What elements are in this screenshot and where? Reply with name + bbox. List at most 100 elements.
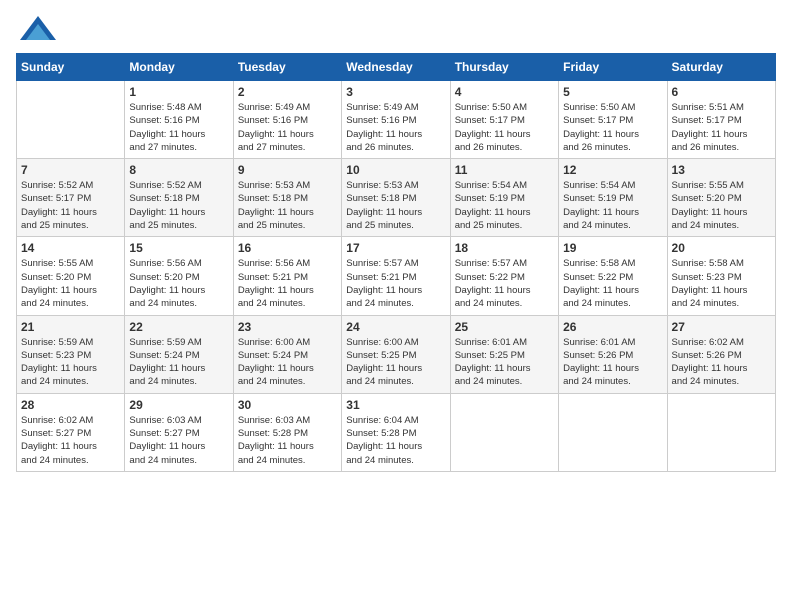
day-number: 27 — [672, 320, 771, 334]
logo-text — [16, 16, 56, 45]
calendar-cell: 27 Sunrise: 6:02 AM Sunset: 5:26 PM Dayli… — [667, 315, 775, 393]
day-number: 1 — [129, 85, 228, 99]
day-info: Sunrise: 5:50 AM Sunset: 5:17 PM Dayligh… — [455, 101, 554, 154]
day-number: 26 — [563, 320, 662, 334]
calendar-cell: 13Sunrise: 5:55 AM Sunset: 5:20 PM Dayli… — [667, 159, 775, 237]
calendar-body: 1 Sunrise: 5:48 AM Sunset: 5:16 PM Daylig… — [17, 81, 776, 472]
day-info: Sunrise: 5:48 AM Sunset: 5:16 PM Dayligh… — [129, 101, 228, 154]
calendar-cell: 19 Sunrise: 5:58 AM Sunset: 5:22 PM Dayli… — [559, 237, 667, 315]
weekday-header-wednesday: Wednesday — [342, 54, 450, 81]
calendar-cell: 24 Sunrise: 6:00 AM Sunset: 5:25 PM Dayli… — [342, 315, 450, 393]
day-number: 8 — [129, 163, 228, 177]
calendar-cell: 7Sunrise: 5:52 AM Sunset: 5:17 PM Daylig… — [17, 159, 125, 237]
day-number: 23 — [238, 320, 337, 334]
calendar-cell: 1 Sunrise: 5:48 AM Sunset: 5:16 PM Daylig… — [125, 81, 233, 159]
day-info: Sunrise: 6:01 AM Sunset: 5:26 PM Dayligh… — [563, 336, 662, 389]
calendar-cell: 21 Sunrise: 5:59 AM Sunset: 5:23 PM Dayli… — [17, 315, 125, 393]
calendar-cell: 31 Sunrise: 6:04 AM Sunset: 5:28 PM Dayli… — [342, 393, 450, 471]
day-info: Sunrise: 6:04 AM Sunset: 5:28 PM Dayligh… — [346, 414, 445, 467]
week-row-4: 21 Sunrise: 5:59 AM Sunset: 5:23 PM Dayli… — [17, 315, 776, 393]
calendar-cell: 16 Sunrise: 5:56 AM Sunset: 5:21 PM Dayli… — [233, 237, 341, 315]
calendar-cell: 18Sunrise: 5:57 AM Sunset: 5:22 PM Dayli… — [450, 237, 558, 315]
day-number: 4 — [455, 85, 554, 99]
calendar-cell: 3 Sunrise: 5:49 AM Sunset: 5:16 PM Daylig… — [342, 81, 450, 159]
day-info: Sunrise: 5:49 AM Sunset: 5:16 PM Dayligh… — [346, 101, 445, 154]
calendar-cell — [450, 393, 558, 471]
weekday-header-row: SundayMondayTuesdayWednesdayThursdayFrid… — [17, 54, 776, 81]
calendar-cell: 28Sunrise: 6:02 AM Sunset: 5:27 PM Dayli… — [17, 393, 125, 471]
day-number: 14 — [21, 241, 120, 255]
calendar-cell: 14 Sunrise: 5:55 AM Sunset: 5:20 PM Dayli… — [17, 237, 125, 315]
calendar-cell: 15 Sunrise: 5:56 AM Sunset: 5:20 PM Dayli… — [125, 237, 233, 315]
day-number: 24 — [346, 320, 445, 334]
calendar-cell: 26 Sunrise: 6:01 AM Sunset: 5:26 PM Dayli… — [559, 315, 667, 393]
day-info: Sunrise: 6:03 AM Sunset: 5:28 PM Dayligh… — [238, 414, 337, 467]
day-number: 12 — [563, 163, 662, 177]
day-info: Sunrise: 6:03 AM Sunset: 5:27 PM Dayligh… — [129, 414, 228, 467]
day-info: Sunrise: 5:52 AM Sunset: 5:18 PM Dayligh… — [129, 179, 228, 232]
day-info: Sunrise: 5:53 AM Sunset: 5:18 PM Dayligh… — [238, 179, 337, 232]
day-info: Sunrise: 5:58 AM Sunset: 5:23 PM Dayligh… — [672, 257, 771, 310]
day-number: 29 — [129, 398, 228, 412]
day-info: Sunrise: 5:57 AM Sunset: 5:22 PM Dayligh… — [455, 257, 554, 310]
day-info: Sunrise: 5:59 AM Sunset: 5:24 PM Dayligh… — [129, 336, 228, 389]
day-info: Sunrise: 5:59 AM Sunset: 5:23 PM Dayligh… — [21, 336, 120, 389]
day-info: Sunrise: 5:58 AM Sunset: 5:22 PM Dayligh… — [563, 257, 662, 310]
day-info: Sunrise: 5:57 AM Sunset: 5:21 PM Dayligh… — [346, 257, 445, 310]
day-number: 9 — [238, 163, 337, 177]
day-info: Sunrise: 5:54 AM Sunset: 5:19 PM Dayligh… — [563, 179, 662, 232]
calendar-cell — [17, 81, 125, 159]
day-number: 21 — [21, 320, 120, 334]
day-info: Sunrise: 5:54 AM Sunset: 5:19 PM Dayligh… — [455, 179, 554, 232]
weekday-header-monday: Monday — [125, 54, 233, 81]
weekday-header-thursday: Thursday — [450, 54, 558, 81]
day-number: 17 — [346, 241, 445, 255]
day-info: Sunrise: 6:00 AM Sunset: 5:25 PM Dayligh… — [346, 336, 445, 389]
day-number: 19 — [563, 241, 662, 255]
week-row-2: 7Sunrise: 5:52 AM Sunset: 5:17 PM Daylig… — [17, 159, 776, 237]
day-number: 22 — [129, 320, 228, 334]
calendar-cell: 9 Sunrise: 5:53 AM Sunset: 5:18 PM Daylig… — [233, 159, 341, 237]
day-info: Sunrise: 5:56 AM Sunset: 5:21 PM Dayligh… — [238, 257, 337, 310]
calendar-cell — [559, 393, 667, 471]
calendar-cell — [667, 393, 775, 471]
page-header — [16, 16, 776, 45]
day-number: 11 — [455, 163, 554, 177]
day-number: 20 — [672, 241, 771, 255]
day-number: 10 — [346, 163, 445, 177]
day-info: Sunrise: 5:55 AM Sunset: 5:20 PM Dayligh… — [21, 257, 120, 310]
week-row-1: 1 Sunrise: 5:48 AM Sunset: 5:16 PM Daylig… — [17, 81, 776, 159]
day-number: 25 — [455, 320, 554, 334]
day-info: Sunrise: 5:51 AM Sunset: 5:17 PM Dayligh… — [672, 101, 771, 154]
day-info: Sunrise: 5:53 AM Sunset: 5:18 PM Dayligh… — [346, 179, 445, 232]
day-number: 5 — [563, 85, 662, 99]
week-row-5: 28Sunrise: 6:02 AM Sunset: 5:27 PM Dayli… — [17, 393, 776, 471]
calendar-cell: 2Sunrise: 5:49 AM Sunset: 5:16 PM Daylig… — [233, 81, 341, 159]
calendar-cell: 5 Sunrise: 5:50 AM Sunset: 5:17 PM Daylig… — [559, 81, 667, 159]
calendar-cell: 20 Sunrise: 5:58 AM Sunset: 5:23 PM Dayli… — [667, 237, 775, 315]
calendar-table: SundayMondayTuesdayWednesdayThursdayFrid… — [16, 53, 776, 472]
weekday-header-tuesday: Tuesday — [233, 54, 341, 81]
calendar-cell: 29 Sunrise: 6:03 AM Sunset: 5:27 PM Dayli… — [125, 393, 233, 471]
day-number: 3 — [346, 85, 445, 99]
day-number: 31 — [346, 398, 445, 412]
day-number: 16 — [238, 241, 337, 255]
day-info: Sunrise: 6:01 AM Sunset: 5:25 PM Dayligh… — [455, 336, 554, 389]
day-info: Sunrise: 5:55 AM Sunset: 5:20 PM Dayligh… — [672, 179, 771, 232]
day-info: Sunrise: 6:02 AM Sunset: 5:26 PM Dayligh… — [672, 336, 771, 389]
calendar-cell: 6 Sunrise: 5:51 AM Sunset: 5:17 PM Daylig… — [667, 81, 775, 159]
day-info: Sunrise: 5:50 AM Sunset: 5:17 PM Dayligh… — [563, 101, 662, 154]
calendar-cell: 4 Sunrise: 5:50 AM Sunset: 5:17 PM Daylig… — [450, 81, 558, 159]
calendar-cell: 22 Sunrise: 5:59 AM Sunset: 5:24 PM Dayli… — [125, 315, 233, 393]
day-info: Sunrise: 5:56 AM Sunset: 5:20 PM Dayligh… — [129, 257, 228, 310]
calendar-cell: 23Sunrise: 6:00 AM Sunset: 5:24 PM Dayli… — [233, 315, 341, 393]
calendar-cell: 11 Sunrise: 5:54 AM Sunset: 5:19 PM Dayli… — [450, 159, 558, 237]
day-number: 6 — [672, 85, 771, 99]
day-number: 28 — [21, 398, 120, 412]
day-number: 7 — [21, 163, 120, 177]
day-number: 15 — [129, 241, 228, 255]
calendar-cell: 12 Sunrise: 5:54 AM Sunset: 5:19 PM Dayli… — [559, 159, 667, 237]
day-info: Sunrise: 5:49 AM Sunset: 5:16 PM Dayligh… — [238, 101, 337, 154]
weekday-header-friday: Friday — [559, 54, 667, 81]
logo — [16, 16, 56, 45]
